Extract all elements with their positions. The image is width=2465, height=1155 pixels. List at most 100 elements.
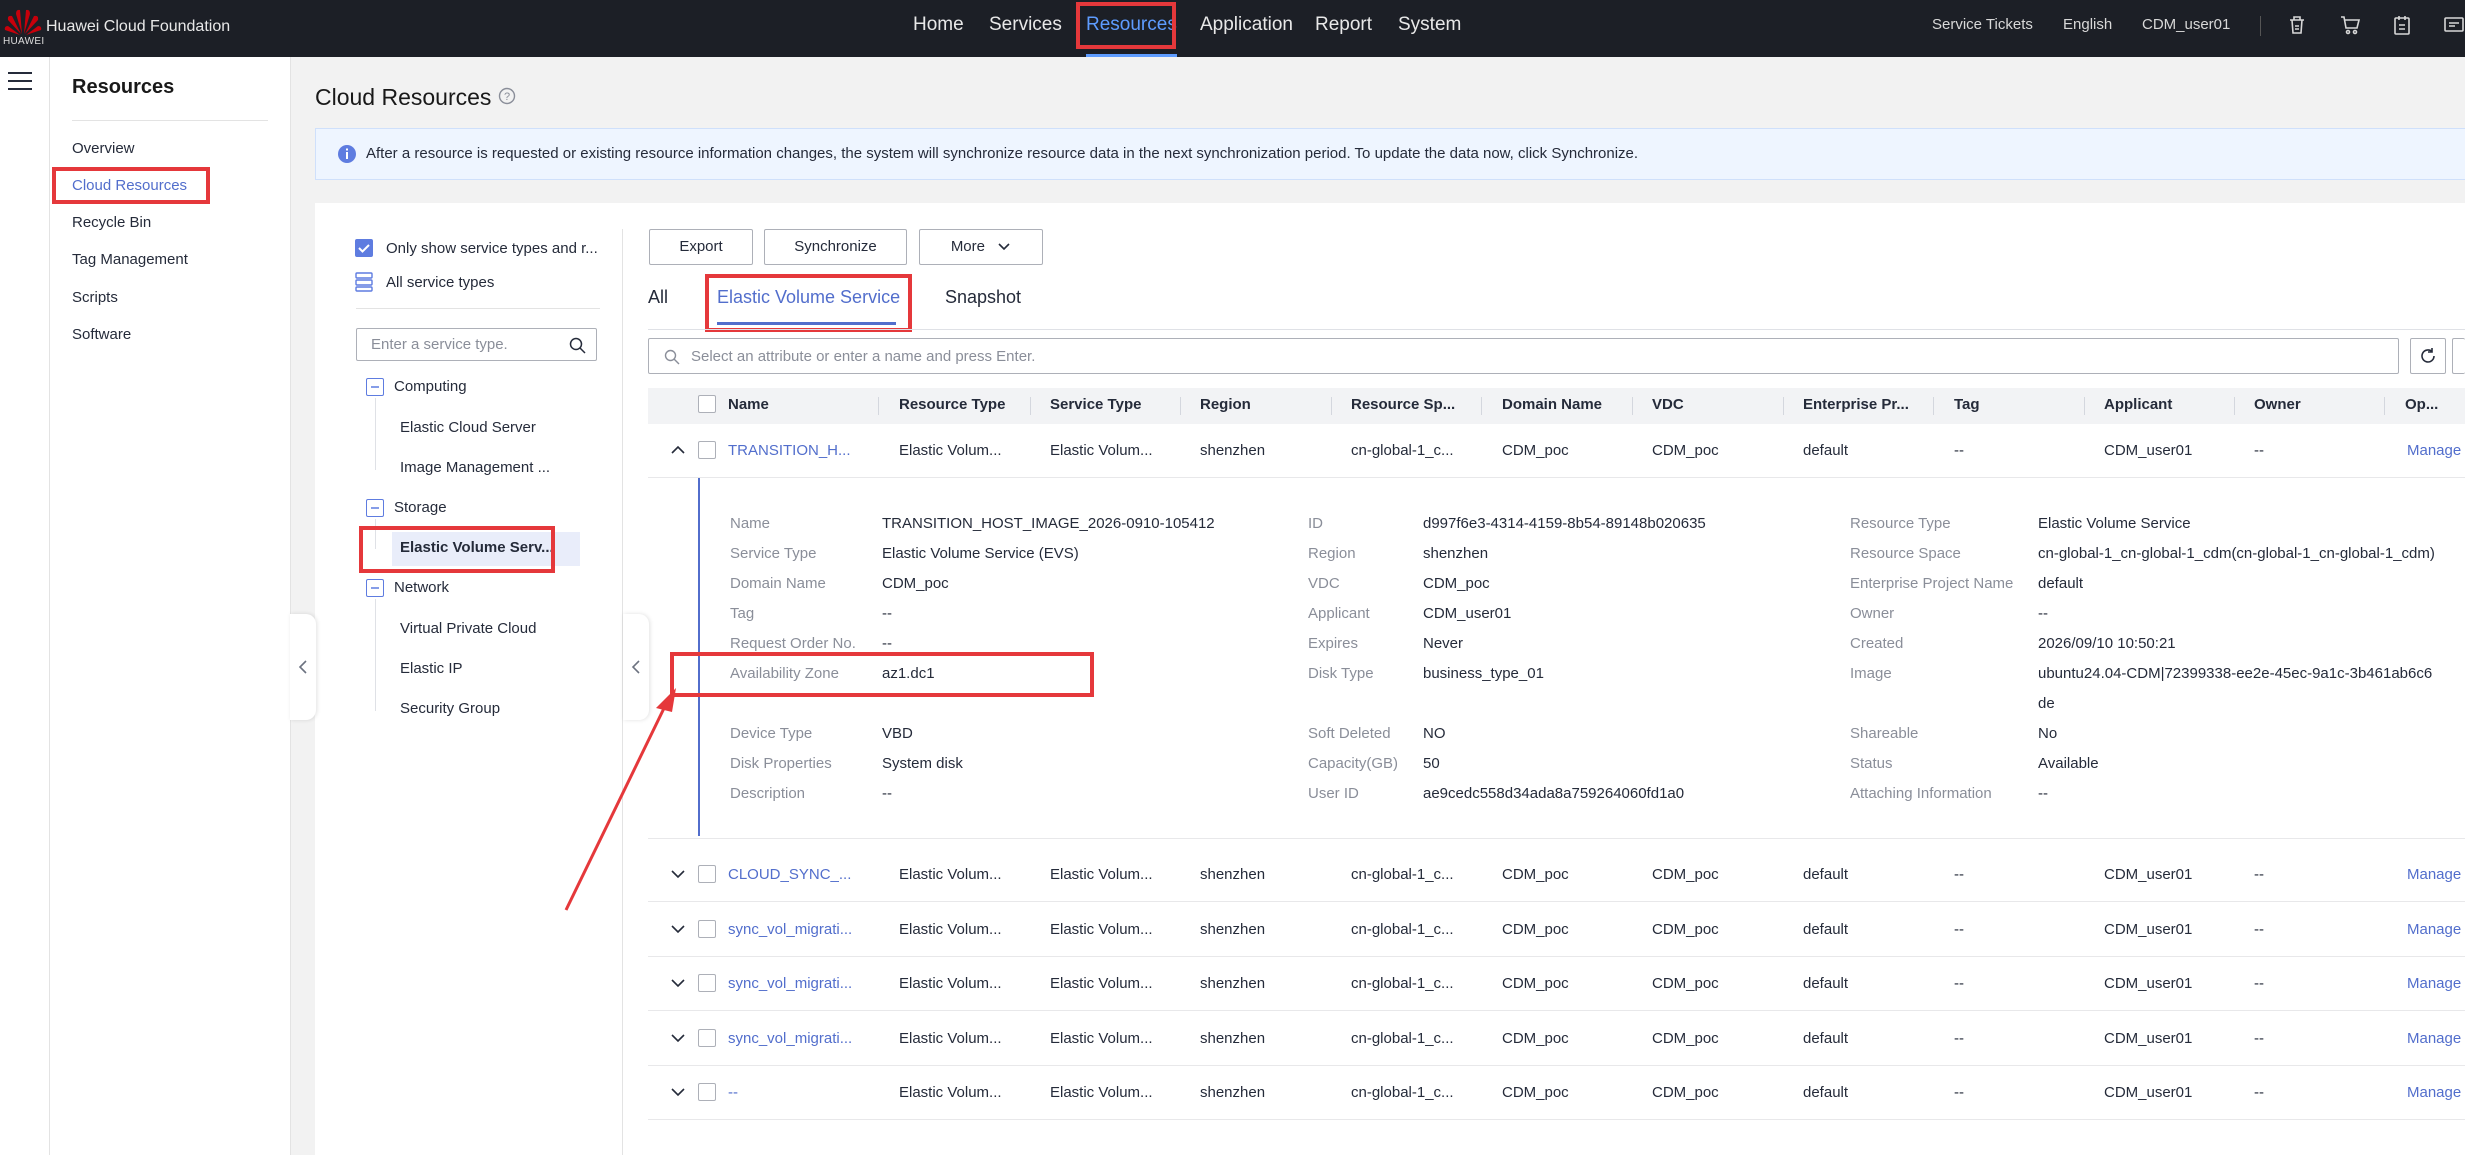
column-tag[interactable]: Tag xyxy=(1954,396,2084,413)
row-checkbox[interactable] xyxy=(698,1083,716,1101)
column-resource-type[interactable]: Resource Type xyxy=(899,396,1029,413)
tree-item-vpc[interactable]: Virtual Private Cloud xyxy=(400,620,536,637)
language-selector[interactable]: English xyxy=(2063,0,2112,50)
row-manage-link[interactable]: Manage xyxy=(2407,975,2465,992)
service-type-search[interactable] xyxy=(356,328,597,361)
sidebar-item-scripts[interactable]: Scripts xyxy=(72,289,118,306)
row-name-link[interactable]: sync_vol_migrati... xyxy=(728,975,858,992)
row-checkbox[interactable] xyxy=(698,974,716,992)
column-enterprise-project[interactable]: Enterprise Pr... xyxy=(1803,396,1933,413)
tree-item-security-group[interactable]: Security Group xyxy=(400,700,500,717)
tree-group-network[interactable]: Network xyxy=(394,579,449,596)
recycle-bin-icon[interactable] xyxy=(2286,14,2308,36)
detail-label-vdc: VDC xyxy=(1308,575,1340,592)
row-manage-link[interactable]: Manage xyxy=(2407,921,2465,938)
tree-item-elastic-ip[interactable]: Elastic IP xyxy=(400,660,463,677)
column-domain-name[interactable]: Domain Name xyxy=(1502,396,1632,413)
row-checkbox[interactable] xyxy=(698,920,716,938)
collapse-network[interactable] xyxy=(366,579,384,597)
cart-icon[interactable] xyxy=(2339,14,2361,36)
tab-all[interactable]: All xyxy=(648,287,668,308)
nav-system[interactable]: System xyxy=(1398,0,1461,55)
more-button[interactable]: More xyxy=(919,229,1043,265)
attribute-filter-input[interactable] xyxy=(689,347,2293,366)
help-icon[interactable]: ? xyxy=(498,87,516,105)
sidebar-item-software[interactable]: Software xyxy=(72,326,131,343)
export-button[interactable]: Export xyxy=(649,229,753,265)
sidebar-item-recycle-bin[interactable]: Recycle Bin xyxy=(72,214,151,231)
service-tickets-link[interactable]: Service Tickets xyxy=(1932,0,2033,50)
column-separator xyxy=(2234,397,2235,415)
row-manage-link[interactable]: Manage xyxy=(2407,866,2465,883)
row-divider xyxy=(648,477,2465,478)
chevron-down-icon[interactable] xyxy=(670,975,686,991)
search-icon[interactable] xyxy=(569,337,586,354)
tree-item-image-management[interactable]: Image Management ... xyxy=(400,459,550,476)
collapse-sidemenu-handle[interactable] xyxy=(290,614,316,720)
nav-application[interactable]: Application xyxy=(1200,0,1293,55)
row-space: cn-global-1_c... xyxy=(1351,921,1454,938)
row-name-link[interactable]: sync_vol_migrati... xyxy=(728,1030,858,1047)
user-menu[interactable]: CDM_user01 xyxy=(2142,0,2230,50)
tree-item-elastic-cloud-server[interactable]: Elastic Cloud Server xyxy=(400,419,536,436)
all-service-types[interactable]: All service types xyxy=(386,274,494,291)
row-name-link[interactable]: -- xyxy=(728,1084,858,1101)
column-service-type[interactable]: Service Type xyxy=(1050,396,1180,413)
row-manage-link[interactable]: Manage xyxy=(2407,442,2465,459)
nav-home[interactable]: Home xyxy=(913,0,964,55)
collapse-computing[interactable] xyxy=(366,378,384,396)
column-region[interactable]: Region xyxy=(1200,396,1330,413)
messages-icon[interactable] xyxy=(2442,14,2464,36)
row-checkbox[interactable] xyxy=(698,1029,716,1047)
column-owner[interactable]: Owner xyxy=(2254,396,2384,413)
collapse-storage[interactable] xyxy=(366,499,384,517)
row-divider xyxy=(648,1065,2465,1066)
row-domain-name: CDM_poc xyxy=(1502,442,1569,459)
chevron-down-icon[interactable] xyxy=(670,1084,686,1100)
row-space: cn-global-1_c... xyxy=(1351,1084,1454,1101)
row-checkbox[interactable] xyxy=(698,865,716,883)
detail-label-name: Name xyxy=(730,515,771,532)
tab-snapshot[interactable]: Snapshot xyxy=(945,287,1021,308)
row-domain: CDM_poc xyxy=(1502,1084,1569,1101)
column-separator xyxy=(1030,397,1031,415)
detail-value-image: ubuntu24.04-CDM|72399338-ee2e-45ec-9a1c-… xyxy=(2038,665,2433,682)
column-applicant[interactable]: Applicant xyxy=(2104,396,2234,413)
detail-label-tag: Tag xyxy=(730,605,755,622)
chevron-up-icon[interactable] xyxy=(670,442,686,458)
hamburger-menu-icon[interactable] xyxy=(8,70,32,92)
nav-report[interactable]: Report xyxy=(1315,0,1372,55)
sidebar-item-tag-management[interactable]: Tag Management xyxy=(72,251,188,268)
row-checkbox[interactable] xyxy=(698,441,716,459)
tree-group-storage[interactable]: Storage xyxy=(394,499,447,516)
column-operation[interactable]: Op... xyxy=(2405,396,2463,413)
row-name-link[interactable]: TRANSITION_H... xyxy=(728,442,858,459)
row-manage-link[interactable]: Manage xyxy=(2407,1030,2465,1047)
orders-icon[interactable] xyxy=(2391,14,2413,36)
check-icon xyxy=(358,244,370,253)
synchronize-button[interactable]: Synchronize xyxy=(764,229,907,265)
select-all-checkbox[interactable] xyxy=(698,395,716,413)
column-name[interactable]: Name xyxy=(728,396,823,413)
detail-value-resource-space: cn-global-1_cn-global-1_cdm(cn-global-1_… xyxy=(2038,545,2435,562)
chevron-down-icon[interactable] xyxy=(670,1030,686,1046)
column-vdc[interactable]: VDC xyxy=(1652,396,1782,413)
attribute-filter[interactable] xyxy=(648,338,2399,374)
only-show-checkbox[interactable] xyxy=(355,239,373,257)
column-resource-space[interactable]: Resource Sp... xyxy=(1351,396,1481,413)
refresh-button[interactable] xyxy=(2410,338,2446,374)
row-applicant: CDM_user01 xyxy=(2104,975,2193,992)
service-type-search-input[interactable] xyxy=(369,335,563,354)
nav-services[interactable]: Services xyxy=(989,0,1062,55)
row-manage-link[interactable]: Manage xyxy=(2407,1084,2465,1101)
row-stype: Elastic Volum... xyxy=(1050,975,1153,992)
row-name-link[interactable]: sync_vol_migrati... xyxy=(728,921,858,938)
row-name-link[interactable]: CLOUD_SYNC_... xyxy=(728,866,858,883)
row-owner: -- xyxy=(2254,1030,2264,1047)
chevron-down-icon[interactable] xyxy=(670,921,686,937)
settings-button[interactable] xyxy=(2452,338,2465,374)
sidebar-item-overview[interactable]: Overview xyxy=(72,140,135,157)
tree-group-computing[interactable]: Computing xyxy=(394,378,467,395)
row-vdc: CDM_poc xyxy=(1652,1084,1719,1101)
row-stype: Elastic Volum... xyxy=(1050,1030,1153,1047)
